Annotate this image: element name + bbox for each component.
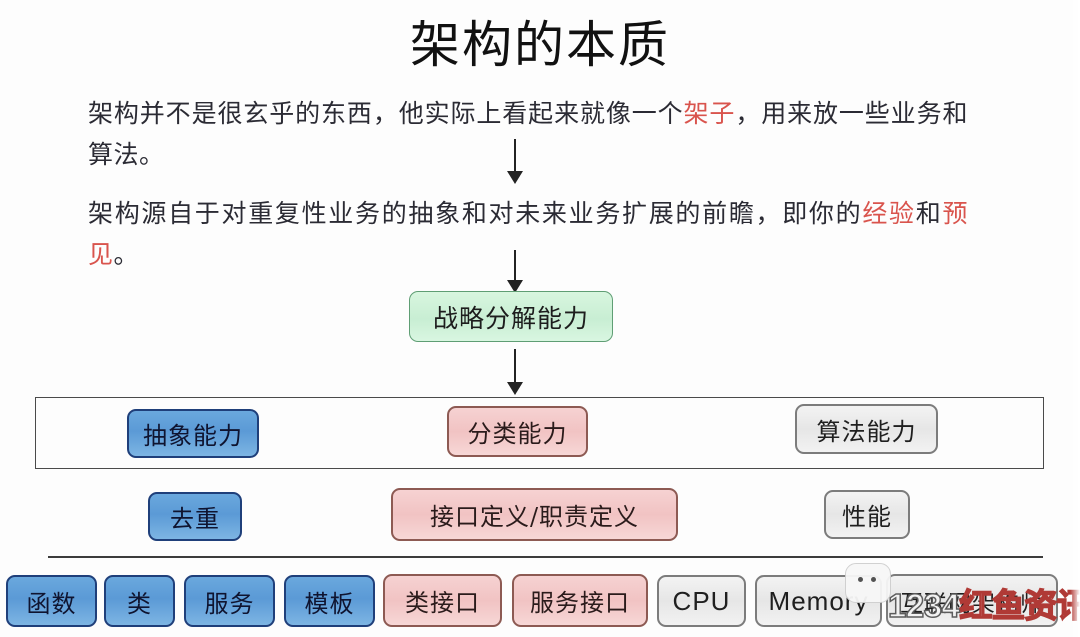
strategy-decomposition-box[interactable]: 战略分解能力 [409, 291, 613, 342]
impl-service[interactable]: 服务 [184, 575, 275, 627]
wechat-icon-eye-left [858, 577, 863, 582]
intro-highlight-jiazi: 架子 [683, 99, 736, 128]
intro-text-a: 架构并不是很玄乎的东西，他实际上看起来就像一个 [88, 99, 684, 128]
right-edge-fade [1070, 0, 1080, 637]
source-text-b: 和 [915, 199, 943, 228]
detail-interface[interactable]: 接口定义/职责定义 [391, 488, 678, 541]
down-arrow-icon-3 [514, 349, 516, 384]
impl-service-api[interactable]: 服务接口 [512, 574, 648, 627]
page-title: 架构的本质 [410, 16, 670, 74]
capability-abstract[interactable]: 抽象能力 [127, 409, 259, 458]
impl-class[interactable]: 类 [104, 575, 175, 627]
section-divider [48, 556, 1043, 558]
source-text-a: 架构源自于对重复性业务的抽象和对未来业务扩展的前瞻，即你的 [88, 199, 863, 228]
impl-cpu[interactable]: CPU [657, 575, 746, 627]
capability-algorithm[interactable]: 算法能力 [795, 404, 938, 454]
detail-performance[interactable]: 性能 [824, 490, 910, 539]
impl-class-api[interactable]: 类接口 [383, 574, 502, 627]
watermark-text: 红鱼资讯网 [959, 587, 1080, 625]
down-arrow-icon-2 [514, 250, 516, 282]
slide-canvas: 架构的本质 架构并不是很玄乎的东西，他实际上看起来就像一个架子，用来放一些业务和… [0, 0, 1080, 637]
source-paragraph: 架构源自于对重复性业务的抽象和对未来业务扩展的前瞻，即你的经验和预见。 [88, 193, 968, 275]
impl-template[interactable]: 模板 [284, 575, 375, 627]
wechat-icon-eye-right [871, 577, 876, 582]
wechat-icon [845, 563, 891, 603]
capability-classify[interactable]: 分类能力 [447, 406, 588, 457]
source-highlight-jingyan: 经验 [862, 199, 916, 228]
intro-paragraph: 架构并不是很玄乎的东西，他实际上看起来就像一个架子，用来放一些业务和算法。 [88, 93, 968, 175]
down-arrow-icon-1 [514, 139, 516, 173]
detail-dedup[interactable]: 去重 [148, 492, 242, 541]
impl-function[interactable]: 函数 [6, 575, 97, 627]
watermark-number: 1234 [887, 587, 960, 625]
source-text-c: 。 [113, 240, 140, 269]
site-watermark: 1234红鱼资讯网 [887, 587, 1080, 625]
